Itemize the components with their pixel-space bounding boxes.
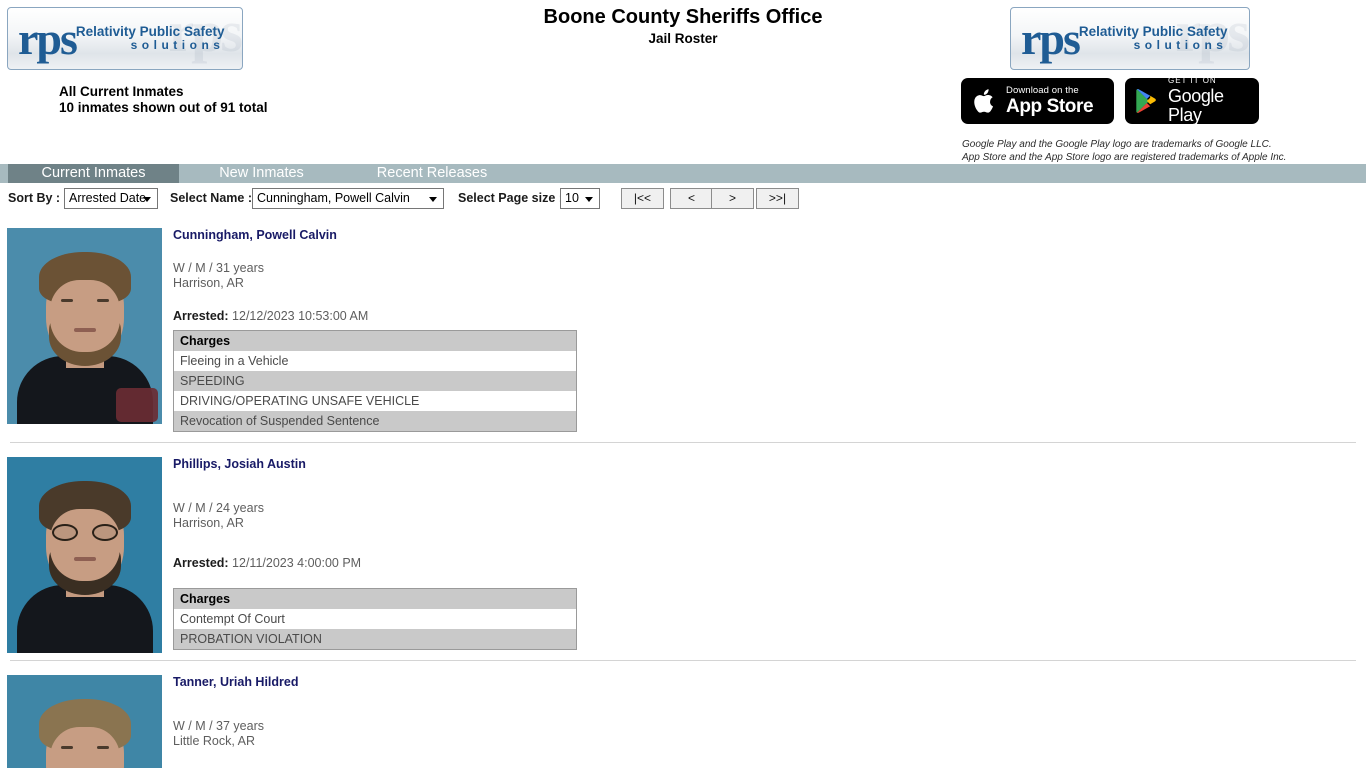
rps-logo-mark: rps [18, 12, 78, 64]
inmate-mugshot[interactable] [7, 228, 162, 424]
rps-logo-wordmark: Relativity Public Safety solutions [1078, 24, 1228, 53]
inmate-demographics: W / M / 31 years Harrison, AR [173, 261, 1366, 292]
charges-column-header: Charges [173, 588, 577, 609]
rps-logo-line1: Relativity Public Safety [75, 24, 225, 40]
google-play-badge[interactable]: GET IT ON Google Play [1125, 76, 1259, 125]
app-store-badge[interactable]: Download on the App Store [961, 78, 1114, 124]
rps-logo-line2: solutions [1133, 38, 1228, 53]
store-badges: Download on the App Store GET IT ON Goog… [961, 76, 1259, 125]
inmate-record: Tanner, Uriah Hildred W / M / 37 years Lit… [0, 661, 1366, 768]
charges-column-header: Charges [173, 330, 577, 351]
next-page-button[interactable]: > [711, 188, 754, 209]
inmate-arrested-line: Arrested: 12/12/2023 10:53:00 AM [173, 309, 1366, 323]
tab-new-inmates[interactable]: New Inmates [179, 164, 344, 183]
apple-icon [973, 86, 998, 116]
arrested-value: 12/12/2023 10:53:00 AM [228, 308, 369, 323]
rps-logo-line1: Relativity Public Safety [1078, 24, 1228, 40]
charge-row: DRIVING/OPERATING UNSAFE VEHICLE [173, 390, 577, 411]
charges-header-row: Charges [173, 330, 577, 351]
roster-toolbar: Sort By : Arrested Date Select Name : Cu… [0, 188, 1366, 210]
inmate-race-sex-age: W / M / 31 years [173, 261, 264, 275]
inmate-record: Phillips, Josiah Austin W / M / 24 years H… [0, 443, 1366, 661]
sort-by-select[interactable]: Arrested Date [64, 188, 158, 209]
previous-page-button[interactable]: < [670, 188, 713, 209]
tab-bar: Current Inmates New Inmates Recent Relea… [0, 164, 1366, 183]
charge-description: Revocation of Suspended Sentence [173, 410, 577, 431]
summary-line-2: 10 inmates shown out of 91 total [59, 100, 268, 116]
first-page-button[interactable]: |<< [621, 188, 664, 209]
inmate-demographics: W / M / 37 years Little Rock, AR [173, 719, 1366, 750]
charges-table: Charges Fleeing in a Vehicle SPEEDING DRIVI… [173, 329, 577, 432]
charge-row: SPEEDING [173, 370, 577, 391]
inmate-name-link[interactable]: Tanner, Uriah Hildred [173, 675, 299, 689]
charges-header-row: Charges [173, 588, 577, 609]
charges-table: Charges Contempt Of Court PROBATION VIOLAT… [173, 588, 577, 650]
rps-logo-wordmark: Relativity Public Safety solutions [75, 24, 225, 53]
inmate-demographics: W / M / 24 years Harrison, AR [173, 501, 1366, 532]
last-page-button[interactable]: >>| [756, 188, 799, 209]
rps-logo-line2: solutions [130, 38, 225, 53]
legal-line-1: Google Play and the Google Play logo are… [962, 139, 1272, 150]
inmate-record: Cunningham, Powell Calvin W / M / 31 year… [0, 214, 1366, 442]
google-play-badge-small: GET IT ON [1168, 76, 1217, 86]
app-store-badge-big: App Store [1006, 95, 1094, 117]
page-size-label: Select Page size : [458, 191, 563, 205]
inmate-details: Tanner, Uriah Hildred W / M / 37 years Lit… [162, 661, 1366, 768]
inmate-mugshot[interactable] [7, 675, 162, 768]
charge-description: Contempt Of Court [173, 609, 577, 629]
charge-row: Contempt Of Court [173, 609, 577, 629]
arrested-value: 12/11/2023 4:00:00 PM [228, 556, 362, 570]
legal-line-2: App Store and the App Store logo are reg… [962, 151, 1287, 163]
roster-summary: All Current Inmates 10 inmates shown out… [59, 84, 268, 117]
charge-row: Fleeing in a Vehicle [173, 350, 577, 371]
summary-line-1: All Current Inmates [59, 84, 184, 99]
tab-recent-releases[interactable]: Recent Releases [344, 164, 520, 183]
inmate-race-sex-age: W / M / 37 years [173, 719, 264, 733]
rps-logo-right[interactable]: rps rps Relativity Public Safety solutio… [1010, 7, 1250, 70]
select-name-label: Select Name : [170, 191, 252, 205]
inmate-mugshot[interactable] [7, 456, 162, 653]
inmate-arrested-line: Arrested: 12/11/2023 4:00:00 PM [173, 556, 1366, 570]
inmate-city-state: Harrison, AR [173, 276, 244, 291]
inmate-city-state: Harrison, AR [173, 515, 244, 530]
rps-logo-mark: rps [1021, 12, 1081, 64]
arrested-label: Arrested: [173, 556, 229, 570]
google-play-badge-text: GET IT ON Google Play [1168, 76, 1247, 125]
inmate-roster-list: Cunningham, Powell Calvin W / M / 31 year… [0, 214, 1366, 768]
charge-description: DRIVING/OPERATING UNSAFE VEHICLE [173, 390, 577, 411]
app-store-badge-text: Download on the App Store [1006, 84, 1094, 117]
inmate-details: Cunningham, Powell Calvin W / M / 31 year… [162, 214, 1366, 442]
app-store-badge-small: Download on the [1006, 84, 1079, 96]
charge-description: Fleeing in a Vehicle [173, 350, 577, 371]
sort-by-label: Sort By : [8, 191, 61, 205]
inmate-race-sex-age: W / M / 24 years [173, 500, 264, 515]
arrested-label: Arrested: [173, 308, 229, 323]
inmate-details: Phillips, Josiah Austin W / M / 24 years H… [162, 443, 1366, 661]
charge-row: Revocation of Suspended Sentence [173, 410, 577, 431]
google-play-icon [1134, 87, 1160, 115]
charge-description: PROBATION VIOLATION [173, 629, 577, 650]
google-play-badge-big: Google Play [1168, 85, 1224, 125]
inmate-name-link[interactable]: Cunningham, Powell Calvin [173, 228, 337, 242]
page-header: rps rps Relativity Public Safety solutio… [0, 0, 1366, 163]
charge-description: SPEEDING [173, 370, 577, 391]
charge-row: PROBATION VIOLATION [173, 629, 577, 650]
trademark-disclaimer: Google Play and the Google Play logo are… [962, 139, 1286, 164]
page-size-select[interactable]: 10 [560, 188, 600, 209]
inmate-name-link[interactable]: Phillips, Josiah Austin [173, 457, 306, 471]
tab-current-inmates[interactable]: Current Inmates [8, 164, 179, 183]
select-name-select[interactable]: Cunningham, Powell Calvin [252, 188, 444, 209]
inmate-city-state: Little Rock, AR [173, 734, 255, 749]
